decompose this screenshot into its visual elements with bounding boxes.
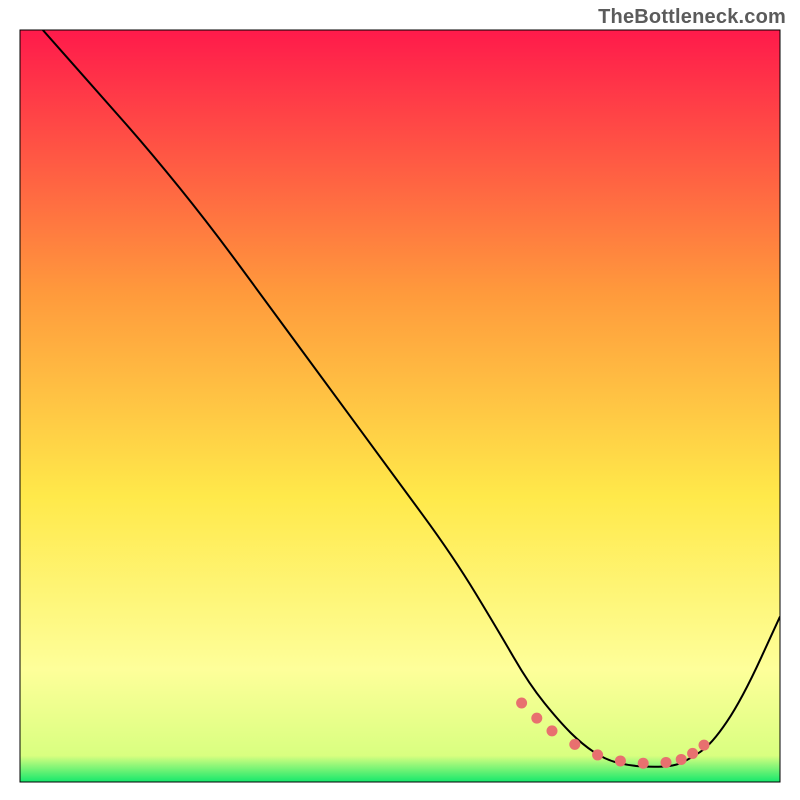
gradient-background — [20, 30, 780, 782]
optimal-marker — [661, 757, 672, 768]
optimal-marker — [699, 740, 710, 751]
watermark-text: TheBottleneck.com — [598, 6, 786, 29]
optimal-marker — [592, 749, 603, 760]
optimal-marker — [638, 758, 649, 769]
optimal-marker — [547, 725, 558, 736]
optimal-marker — [516, 698, 527, 709]
chart-stage: TheBottleneck.com — [0, 0, 800, 800]
optimal-marker — [569, 739, 580, 750]
optimal-marker — [687, 748, 698, 759]
optimal-marker — [676, 754, 687, 765]
optimal-marker — [615, 755, 626, 766]
bottleneck-chart — [0, 0, 800, 800]
optimal-marker — [531, 713, 542, 724]
